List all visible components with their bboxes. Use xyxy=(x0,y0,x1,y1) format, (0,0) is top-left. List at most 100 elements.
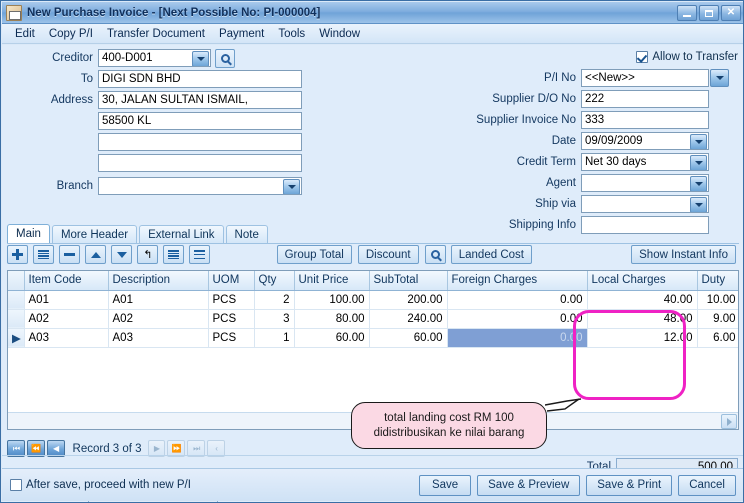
insert-row-icon[interactable] xyxy=(33,245,55,264)
pi-no-input[interactable]: <<New>> xyxy=(581,69,709,87)
to-input[interactable]: DIGI SDN BHD xyxy=(98,70,302,88)
ship-via-input[interactable] xyxy=(581,195,709,213)
save-and-preview-button[interactable]: Save & Preview xyxy=(477,474,581,496)
show-instant-info-button[interactable]: Show Instant Info xyxy=(631,245,736,264)
supplier-invoice-input[interactable]: 333 xyxy=(581,111,709,129)
cell-description[interactable]: A03 xyxy=(108,328,209,348)
menu-item-window[interactable]: Window xyxy=(312,26,367,42)
move-up-icon[interactable] xyxy=(85,245,107,264)
cell-item-code[interactable]: A02 xyxy=(24,309,109,329)
creditor-section: Creditor 400-D001 To DIGI SDN BHD Addres… xyxy=(2,48,332,198)
delete-row-icon[interactable] xyxy=(59,245,81,264)
cell-duty[interactable]: 6.00 xyxy=(697,328,738,348)
branch-input[interactable] xyxy=(98,177,302,195)
maximize-button[interactable] xyxy=(699,5,719,21)
menu-item-tools[interactable]: Tools xyxy=(271,26,312,42)
menu-item-payment[interactable]: Payment xyxy=(212,26,271,42)
cell-duty[interactable]: 9.00 xyxy=(697,309,738,329)
cell-uom[interactable]: PCS xyxy=(208,328,255,348)
branch-dropdown-icon[interactable] xyxy=(283,179,300,194)
menu-item-edit[interactable]: Edit xyxy=(8,26,42,42)
discount-button[interactable]: Discount xyxy=(357,245,419,264)
address-line-1-input[interactable]: 30, JALAN SULTAN ISMAIL, xyxy=(98,91,302,109)
tab-more-header[interactable]: More Header xyxy=(51,225,138,243)
table-row[interactable]: ▶ A03 A03 PCS 1 60.00 60.00 0.00 12.00 6… xyxy=(8,328,738,348)
column-header-qty[interactable]: Qty xyxy=(254,271,295,291)
cell-local-charges[interactable]: 48.00 xyxy=(587,309,698,329)
pi-no-dropdown-icon[interactable] xyxy=(710,69,729,87)
cell-local-charges[interactable]: 12.00 xyxy=(587,328,698,348)
landed-cost-button[interactable]: Landed Cost xyxy=(450,245,532,264)
close-button[interactable]: ✕ xyxy=(721,5,741,21)
column-header-local-charges[interactable]: Local Charges xyxy=(587,271,698,291)
column-header-item-code[interactable]: Item Code xyxy=(24,271,109,291)
cell-foreign-charges[interactable]: 0.00 xyxy=(447,290,588,310)
group-total-button[interactable]: Group Total xyxy=(276,245,352,264)
table-row[interactable]: A01 A01 PCS 2 100.00 200.00 0.00 40.00 1… xyxy=(8,290,738,310)
cell-subtotal[interactable]: 200.00 xyxy=(369,290,448,310)
address-line-4-input[interactable] xyxy=(98,154,302,172)
after-save-checkbox[interactable] xyxy=(10,479,22,491)
add-row-icon[interactable] xyxy=(7,245,28,264)
creditor-dropdown-icon[interactable] xyxy=(192,51,209,66)
cell-description[interactable]: A01 xyxy=(108,290,209,310)
cell-qty[interactable]: 1 xyxy=(254,328,295,348)
address-line-3-input[interactable] xyxy=(98,133,302,151)
detail-icon[interactable] xyxy=(189,245,211,264)
column-header-foreign-charges[interactable]: Foreign Charges xyxy=(447,271,588,291)
cell-item-code[interactable]: A01 xyxy=(24,290,109,310)
cell-unit-price[interactable]: 80.00 xyxy=(294,309,370,329)
tab-external-link[interactable]: External Link xyxy=(139,225,224,243)
cell-duty[interactable]: 10.00 xyxy=(697,290,738,310)
move-down-icon[interactable] xyxy=(111,245,133,264)
allow-to-transfer-row[interactable]: Allow to Transfer xyxy=(438,49,738,65)
minimize-button[interactable] xyxy=(677,5,697,21)
save-button[interactable]: Save xyxy=(419,474,472,496)
after-save-row[interactable]: After save, proceed with new P/I xyxy=(10,479,191,491)
date-dropdown-icon[interactable] xyxy=(690,134,707,149)
allow-to-transfer-checkbox[interactable] xyxy=(636,51,649,63)
cell-subtotal[interactable]: 60.00 xyxy=(369,328,448,348)
cell-foreign-charges[interactable]: 0.00 xyxy=(447,328,588,348)
magnifier-icon[interactable] xyxy=(424,245,446,264)
column-header-subtotal[interactable]: SubTotal xyxy=(369,271,448,291)
save-and-print-button[interactable]: Save & Print xyxy=(586,474,673,496)
agent-dropdown-icon[interactable] xyxy=(690,176,707,191)
cell-uom[interactable]: PCS xyxy=(208,290,255,310)
cell-qty[interactable]: 3 xyxy=(254,309,295,329)
creditor-input[interactable]: 400-D001 xyxy=(98,49,211,67)
menu-item-transfer-document[interactable]: Transfer Document xyxy=(100,26,212,42)
cell-qty[interactable]: 2 xyxy=(254,290,295,310)
cell-foreign-charges[interactable]: 0.00 xyxy=(447,309,588,329)
column-header-uom[interactable]: UOM xyxy=(208,271,255,291)
table-row[interactable]: A02 A02 PCS 3 80.00 240.00 0.00 48.00 9.… xyxy=(8,309,738,329)
cell-item-code[interactable]: A03 xyxy=(24,328,109,348)
date-input[interactable]: 09/09/2009 xyxy=(581,132,709,150)
magnifier-icon xyxy=(220,53,230,63)
creditor-search-button[interactable] xyxy=(215,48,235,68)
cell-unit-price[interactable]: 60.00 xyxy=(294,328,370,348)
tab-note[interactable]: Note xyxy=(225,225,268,243)
cancel-button[interactable]: Cancel xyxy=(678,474,736,496)
cell-description[interactable]: A02 xyxy=(108,309,209,329)
scroll-right-button[interactable] xyxy=(721,414,737,429)
branch-label: Branch xyxy=(56,180,93,192)
column-header-description[interactable]: Description xyxy=(108,271,209,291)
supplier-do-input[interactable]: 222 xyxy=(581,90,709,108)
indent-icon[interactable] xyxy=(163,245,185,264)
cell-uom[interactable]: PCS xyxy=(208,309,255,329)
menu-item-copy-pi[interactable]: Copy P/I xyxy=(42,26,100,42)
footer-bar: After save, proceed with new P/I Save Sa… xyxy=(2,468,743,501)
credit-term-dropdown-icon[interactable] xyxy=(690,155,707,170)
cell-local-charges[interactable]: 40.00 xyxy=(587,290,698,310)
column-header-unit-price[interactable]: Unit Price xyxy=(294,271,370,291)
undo-icon[interactable]: ↰ xyxy=(137,245,159,264)
cell-subtotal[interactable]: 240.00 xyxy=(369,309,448,329)
column-header-duty[interactable]: Duty xyxy=(697,271,738,291)
cell-unit-price[interactable]: 100.00 xyxy=(294,290,370,310)
credit-term-input[interactable]: Net 30 days xyxy=(581,153,709,171)
agent-input[interactable] xyxy=(581,174,709,192)
ship-via-dropdown-icon[interactable] xyxy=(690,197,707,212)
address-line-2-input[interactable]: 58500 KL xyxy=(98,112,302,130)
tab-main[interactable]: Main xyxy=(7,224,50,243)
